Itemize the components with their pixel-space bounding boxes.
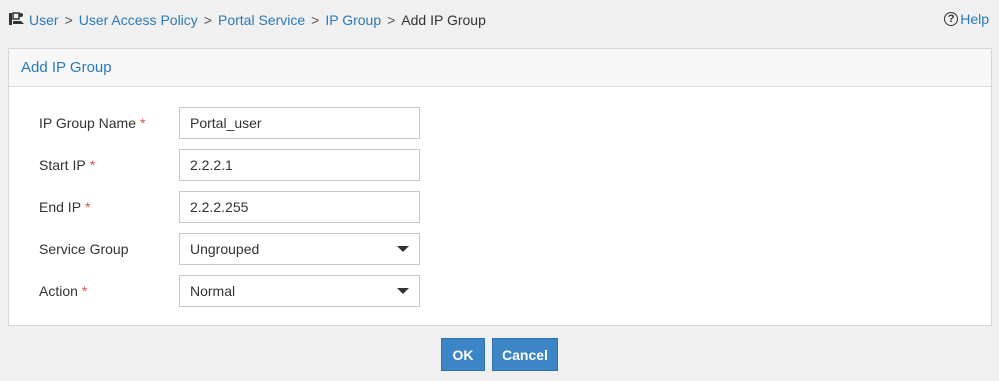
breadcrumb-link-ip-group[interactable]: IP Group [325, 12, 381, 28]
start-ip-label-text: Start IP [39, 157, 86, 173]
required-mark: * [89, 157, 96, 173]
service-group-value: Ungrouped [190, 241, 260, 257]
breadcrumb-link-user-access-policy[interactable]: User Access Policy [79, 12, 198, 28]
ip-group-name-input[interactable] [179, 107, 420, 139]
cancel-button[interactable]: Cancel [492, 338, 558, 371]
panel-header: Add IP Group [9, 49, 991, 87]
ip-group-name-row: IP Group Name * [9, 107, 991, 139]
action-label-text: Action [39, 283, 78, 299]
add-ip-group-panel: Add IP Group IP Group Name* Start IP* En… [8, 48, 992, 326]
help-circle-icon: ? [944, 12, 959, 26]
required-mark: * [81, 283, 88, 299]
chevron-down-icon [397, 246, 409, 252]
breadcrumb-separator: > [64, 12, 73, 28]
action-select[interactable]: Normal [179, 275, 420, 307]
help-label: Help [960, 11, 989, 27]
end-ip-label: End IP * [39, 199, 90, 215]
start-ip-input[interactable] [179, 149, 420, 181]
breadcrumb-link-user[interactable]: User [29, 12, 59, 28]
breadcrumb-separator: > [387, 12, 396, 28]
ok-button[interactable]: OK [441, 338, 485, 371]
panel-title: Add IP Group [21, 59, 112, 76]
breadcrumb-current: Add IP Group [401, 12, 486, 28]
start-ip-row: Start IP * [9, 149, 991, 181]
service-group-select[interactable]: Ungrouped [179, 233, 420, 265]
end-ip-row: End IP * [9, 191, 991, 223]
chevron-down-icon [397, 288, 409, 294]
ip-group-name-label: IP Group Name * [39, 115, 145, 131]
action-row: Action * Normal [9, 275, 991, 307]
help-link[interactable]: ? Help [944, 11, 989, 27]
ip-group-name-label-text: IP Group Name [39, 115, 137, 131]
action-value: Normal [190, 283, 236, 299]
service-group-row: Service Group Ungrouped [9, 233, 991, 265]
breadcrumb-separator: > [203, 12, 212, 28]
required-mark: * [85, 199, 91, 215]
user-access-icon [9, 12, 24, 25]
action-label: Action * [39, 283, 87, 299]
end-ip-label-text: End IP [39, 199, 82, 215]
required-mark: * [140, 115, 146, 131]
start-ip-label: Start IP * [39, 157, 95, 173]
end-ip-input[interactable] [179, 191, 420, 223]
service-group-label: Service Group [39, 241, 129, 257]
breadcrumb: User > User Access Policy > Portal Service > I… [29, 12, 486, 28]
breadcrumb-link-portal-service[interactable]: Portal Service [218, 12, 305, 28]
top-bar: User > User Access Policy > Portal Service > I… [0, 0, 999, 40]
breadcrumb-separator: > [311, 12, 320, 28]
